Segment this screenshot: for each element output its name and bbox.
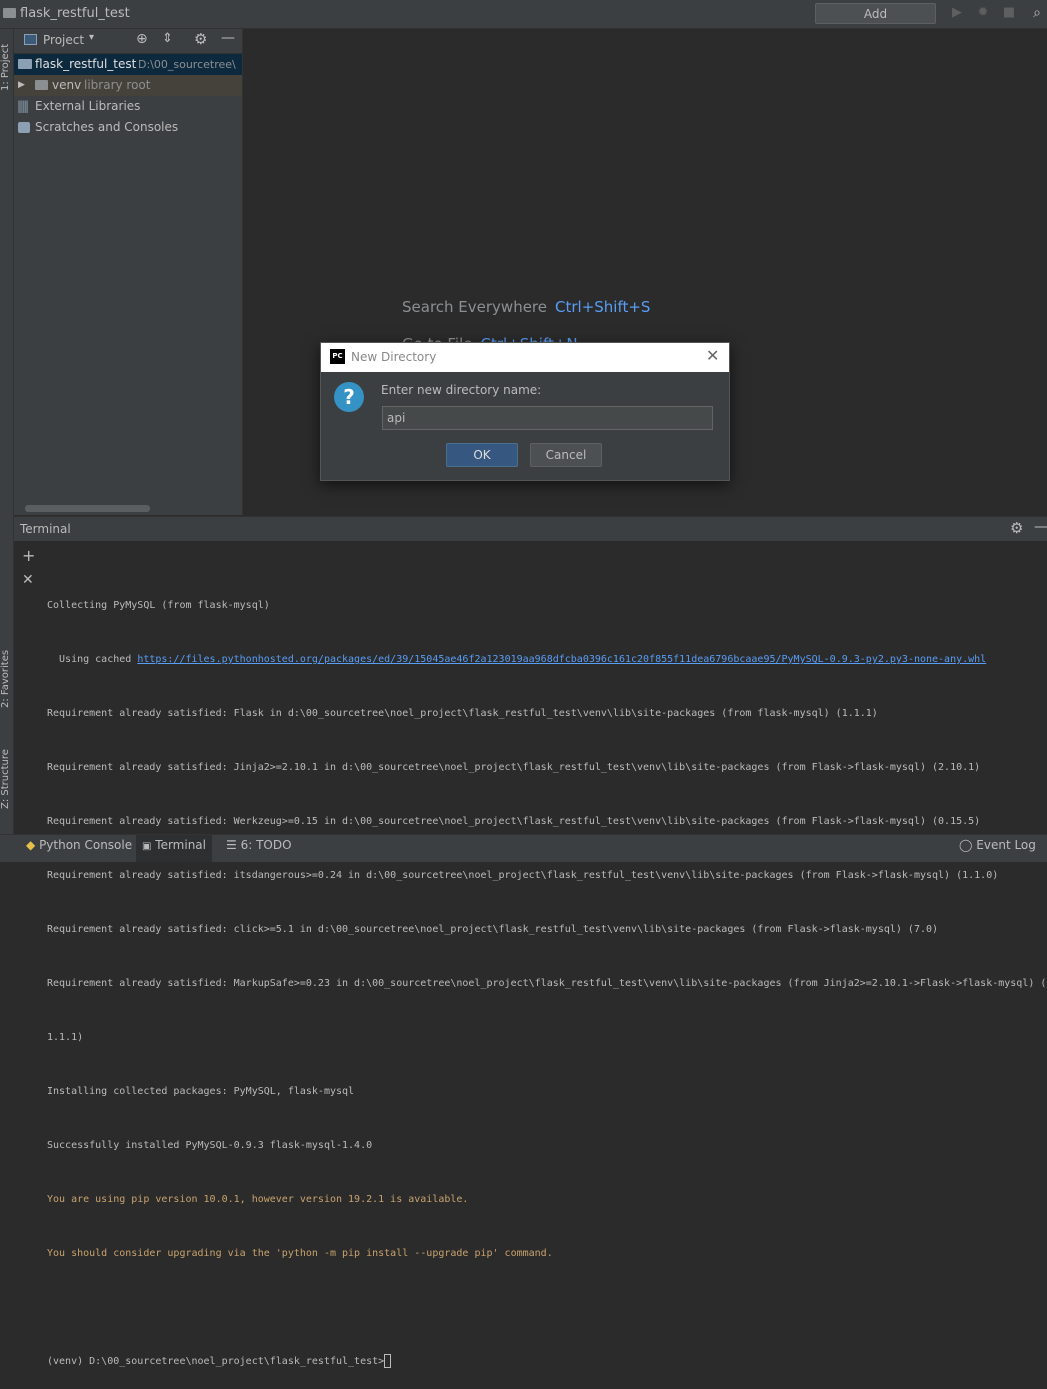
terminal-warning-line: You are using pip version 10.0.1, howeve… [47, 1194, 469, 1205]
python-icon: ◆ [26, 838, 36, 852]
terminal-prompt-line[interactable]: (venv) D:\00_sourcetree\noel_project\fla… [47, 1353, 1047, 1371]
tree-item-label: External Libraries [35, 99, 141, 113]
tree-item-path: D:\00_sourcetree\ [138, 58, 236, 71]
terminal-line: Collecting PyMySQL (from flask-mysql) [47, 600, 270, 611]
add-configuration-button[interactable]: Add Configuration... [815, 3, 936, 42]
terminal-prompt: (venv) D:\00_sourcetree\noel_project\fla… [47, 1356, 385, 1367]
terminal-line: Requirement already satisfied: MarkupSaf… [47, 978, 1047, 989]
terminal-header: Terminal ⚙ — [14, 516, 1047, 541]
terminal-cursor [384, 1354, 392, 1368]
project-view-selector[interactable]: Project [43, 33, 84, 47]
title-bar: flask_restful_test › Add Configuration..… [0, 0, 1047, 42]
run-icon[interactable]: ▶ [950, 6, 964, 20]
minimize-icon[interactable]: — [1034, 519, 1047, 535]
terminal-line: Requirement already satisfied: click>=5.… [47, 924, 939, 935]
directory-name-input[interactable] [382, 406, 713, 430]
project-view-icon [24, 34, 37, 45]
event-log-tab[interactable]: ◯ Event Log [953, 835, 1042, 862]
expand-arrow-icon[interactable]: ▶ [18, 75, 25, 96]
structure-tool-tab[interactable]: Z: Structure [0, 739, 13, 819]
dialog-title-bar: PC New Directory ✕ [321, 343, 729, 372]
tab-label: Python Console [39, 838, 133, 852]
hint-shortcut: Ctrl+Shift+S [555, 298, 651, 316]
search-icon[interactable]: ⌕ [1030, 6, 1044, 20]
hint-label: Search Everywhere [402, 298, 547, 316]
python-console-tab[interactable]: ◆ Python Console [20, 835, 138, 862]
tab-label: Event Log [976, 838, 1036, 852]
folder-icon [35, 80, 48, 90]
terminal-tab[interactable]: ▣ Terminal [136, 835, 212, 862]
list-icon: ☰ [226, 838, 237, 852]
terminal-line: Requirement already satisfied: Werkzeug>… [47, 816, 981, 827]
terminal-line-prefix: Using cached [47, 654, 138, 665]
tree-item-label: venv [52, 78, 82, 92]
scratches-icon [18, 122, 30, 133]
terminal-icon: ▣ [142, 841, 152, 852]
terminal-line: Successfully installed PyMySQL-0.9.3 fla… [47, 1140, 373, 1151]
project-title[interactable]: flask_restful_test [20, 6, 130, 21]
close-icon[interactable]: ✕ [706, 346, 719, 365]
cancel-button[interactable]: Cancel [530, 443, 602, 467]
tree-item-scratches[interactable]: Scratches and Consoles [14, 117, 242, 138]
terminal-line: Installing collected packages: PyMySQL, … [47, 1086, 355, 1097]
left-tool-strip: 1: Project 2: Favorites Z: Structure [0, 29, 14, 834]
horizontal-scrollbar[interactable] [25, 505, 150, 512]
terminal-line: Requirement already satisfied: Flask in … [47, 708, 878, 719]
close-session-icon[interactable]: ✕ [22, 572, 34, 588]
dialog-title: New Directory [351, 350, 437, 364]
dialog-prompt: Enter new directory name: [381, 383, 542, 397]
tree-item-label: flask_restful_test [35, 57, 137, 71]
new-directory-dialog: PC New Directory ✕ ? Enter new directory… [320, 342, 730, 481]
bottom-tool-bar: ◆ Python Console ▣ Terminal ☰ 6: TODO ◯ … [0, 834, 1047, 862]
tab-label: 6: TODO [240, 838, 292, 852]
libraries-icon: |||‖ [17, 99, 29, 113]
terminal-line: 1.1.1) [47, 1032, 84, 1043]
pycharm-logo: PC [330, 349, 345, 364]
gear-icon[interactable]: ⚙ [1010, 519, 1023, 537]
question-icon: ? [334, 382, 364, 412]
search-everywhere-hint: Search Everywhere Ctrl+Shift+S [402, 298, 650, 316]
folder-icon [3, 8, 16, 18]
terminal-line: Using cached https://files.pythonhosted.… [47, 651, 1047, 669]
folder-icon [18, 59, 32, 69]
project-panel-header: Project ▾ ⊕ ⇕ ⚙ — [14, 29, 242, 54]
breadcrumb-chevron-icon: › [119, 6, 124, 20]
terminal-line: Requirement already satisfied: Jinja2>=2… [47, 762, 981, 773]
terminal-toolbar: + ✕ [14, 541, 40, 834]
locate-icon[interactable]: ⊕ [136, 31, 148, 47]
terminal-warning-line: You should consider upgrading via the 'p… [47, 1248, 553, 1259]
collapse-all-icon[interactable]: ⇕ [162, 31, 173, 46]
project-panel: Project ▾ ⊕ ⇕ ⚙ — flask_restful_test D:\… [14, 29, 243, 515]
ok-button[interactable]: OK [446, 443, 518, 467]
project-tool-tab[interactable]: 1: Project [0, 35, 13, 99]
terminal-line: Requirement already satisfied: itsdanger… [47, 870, 999, 881]
debug-icon[interactable]: ✹ [976, 6, 990, 20]
gear-icon[interactable]: ⚙ [194, 30, 207, 48]
tree-item-label: Scratches and Consoles [35, 120, 179, 134]
event-log-icon: ◯ [959, 838, 973, 852]
chevron-down-icon[interactable]: ▾ [89, 32, 94, 43]
favorites-tool-tab[interactable]: 2: Favorites [0, 639, 13, 719]
minimize-icon[interactable]: — [221, 30, 235, 46]
tree-item-venv[interactable]: ▶ venv library root [14, 75, 242, 96]
terminal-link[interactable]: https://files.pythonhosted.org/packages/… [137, 654, 986, 665]
tab-label: Terminal [155, 838, 206, 852]
tree-item-external-libraries[interactable]: |||‖ External Libraries [14, 96, 242, 117]
tree-item-project-root[interactable]: flask_restful_test D:\00_sourcetree\ [14, 54, 242, 75]
terminal-title: Terminal [20, 522, 71, 536]
new-session-icon[interactable]: + [22, 546, 35, 565]
terminal-output: Collecting PyMySQL (from flask-mysql) Us… [47, 561, 1047, 1389]
stop-icon[interactable]: ■ [1002, 6, 1016, 20]
tree-item-sublabel: library root [84, 78, 151, 92]
todo-tab[interactable]: ☰ 6: TODO [220, 835, 298, 862]
